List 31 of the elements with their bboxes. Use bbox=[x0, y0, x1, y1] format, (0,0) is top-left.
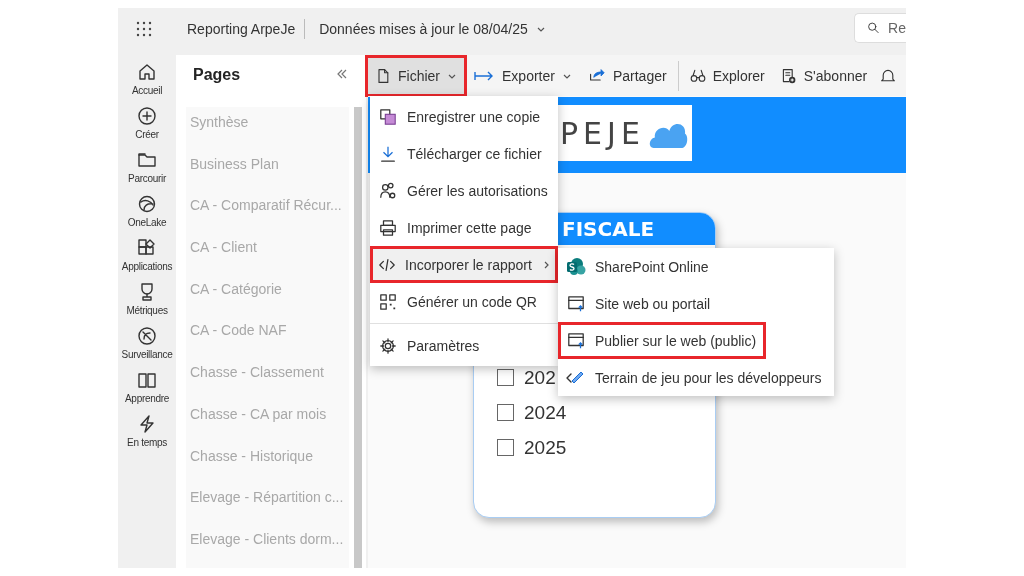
menu-item[interactable]: SharePoint Online bbox=[558, 248, 834, 285]
toolbar-button[interactable]: S'abonner bbox=[773, 57, 875, 94]
menu-item[interactable]: Incorporer le rapport bbox=[370, 246, 558, 283]
menu-item[interactable]: Générer un code QR bbox=[370, 283, 558, 320]
menu-item[interactable]: Paramètres bbox=[370, 327, 558, 364]
rail-item[interactable]: Surveillance bbox=[118, 326, 176, 360]
year-label: 2025 bbox=[524, 436, 567, 459]
rail-item[interactable]: Apprendre bbox=[118, 370, 176, 404]
search-field[interactable]: Re bbox=[854, 13, 906, 43]
rail-item[interactable]: OneLake bbox=[118, 194, 176, 228]
year-label: 2024 bbox=[524, 401, 567, 424]
toolbar-button[interactable]: Exporter bbox=[466, 57, 579, 94]
menu-item[interactable]: Site web ou portail bbox=[558, 285, 834, 322]
pane-title: Pages bbox=[193, 66, 241, 84]
rail-item[interactable]: Parcourir bbox=[118, 150, 176, 184]
report-title[interactable]: Reporting ArpeJe bbox=[187, 21, 296, 37]
rail-item[interactable]: En temps bbox=[118, 414, 176, 448]
toolbar-button[interactable]: Explorer bbox=[682, 57, 772, 94]
rail-item[interactable]: Créer bbox=[118, 106, 176, 140]
menu-item[interactable]: Publier sur le web (public) bbox=[558, 322, 767, 359]
refresh-date[interactable]: Données mises à jour le 08/04/25 bbox=[319, 21, 528, 37]
year-label: 202 bbox=[524, 366, 556, 389]
rail-item[interactable]: Applications bbox=[118, 238, 176, 272]
menu-item[interactable]: Imprimer cette page bbox=[370, 209, 558, 246]
rail-item[interactable]: Accueil bbox=[118, 62, 176, 96]
menu-item[interactable]: Terrain de jeu pour les développeurs bbox=[558, 359, 834, 396]
toolbar-button[interactable]: Partager bbox=[580, 57, 674, 94]
toolbar-button[interactable]: Fichier bbox=[368, 57, 464, 94]
rail-item[interactable]: Métriques bbox=[118, 282, 176, 316]
menu-item[interactable]: Gérer les autorisations bbox=[370, 172, 558, 209]
card-title: FISCALE bbox=[562, 217, 655, 241]
